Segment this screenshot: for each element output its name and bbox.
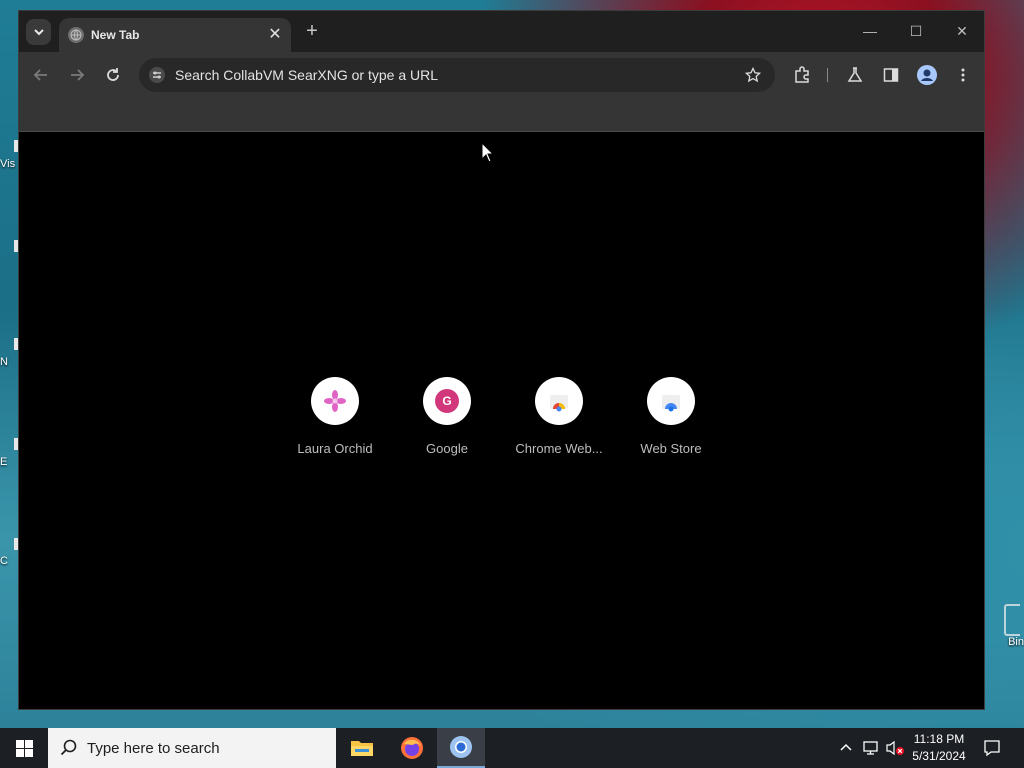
- reload-button[interactable]: [99, 61, 127, 89]
- address-bar[interactable]: [139, 58, 775, 92]
- tab-title: New Tab: [91, 28, 140, 42]
- profile-button[interactable]: [913, 61, 941, 89]
- bookmark-star-icon[interactable]: [739, 61, 767, 89]
- taskbar-search[interactable]: Type here to search: [48, 728, 336, 768]
- desktop-icon-label: N: [0, 356, 8, 368]
- firefox-icon: [401, 737, 423, 759]
- avatar-icon: [917, 65, 937, 85]
- chrome-taskbar-button[interactable]: [437, 728, 485, 768]
- volume-muted-icon: [886, 740, 904, 756]
- flask-icon: [847, 67, 863, 82]
- network-icon: [863, 741, 878, 755]
- taskbar-search-placeholder: Type here to search: [87, 739, 220, 757]
- letter-g-icon: G: [423, 377, 471, 425]
- shortcut-chrome-web-store[interactable]: Chrome Web...: [503, 377, 615, 467]
- arrow-right-icon: [71, 69, 85, 81]
- shortcut-web-store[interactable]: Web Store: [615, 377, 727, 467]
- puzzle-icon: [795, 66, 809, 83]
- site-info-icon[interactable]: [149, 67, 165, 83]
- tab-close-icon[interactable]: ✕: [264, 24, 286, 46]
- extensions-button[interactable]: [788, 61, 816, 89]
- folder-icon: [351, 741, 373, 756]
- file-explorer-button[interactable]: [338, 728, 386, 768]
- address-input[interactable]: [175, 67, 739, 83]
- start-button[interactable]: [0, 728, 48, 768]
- recycle-bin-icon: [1004, 604, 1020, 636]
- taskbar: Type here to search 11:18 PM 5/31/2024: [0, 728, 1024, 768]
- desktop-icon-label: C: [0, 555, 8, 567]
- shortcut-label: Chrome Web...: [515, 441, 603, 456]
- web-store-icon: [647, 377, 695, 425]
- maximize-button[interactable]: ☐: [896, 17, 936, 45]
- network-button[interactable]: [860, 728, 882, 768]
- side-panel-button[interactable]: [877, 61, 905, 89]
- reload-icon: [107, 68, 119, 81]
- shortcut-google[interactable]: G Google: [391, 377, 503, 467]
- shortcuts-grid: Laura Orchid G Google Chrome Web... Web …: [279, 377, 727, 467]
- notification-icon: [984, 740, 1000, 757]
- shortcut-label: Google: [426, 441, 468, 456]
- forward-button[interactable]: [63, 61, 91, 89]
- minimize-button[interactable]: —: [850, 17, 890, 45]
- close-window-button[interactable]: ✕: [942, 17, 982, 45]
- shortcut-label: Web Store: [640, 441, 702, 456]
- clock-date: 5/31/2024: [912, 749, 966, 763]
- volume-button[interactable]: [884, 728, 906, 768]
- search-icon: [60, 739, 77, 756]
- shortcut-laura-orchid[interactable]: Laura Orchid: [279, 377, 391, 467]
- bookmark-bar: [19, 97, 984, 132]
- clock[interactable]: 11:18 PM 5/31/2024: [904, 731, 974, 765]
- clock-time: 11:18 PM: [913, 732, 965, 746]
- show-hidden-icons-button[interactable]: [836, 728, 856, 768]
- new-tab-button[interactable]: +: [300, 20, 324, 44]
- side-panel-icon: [883, 68, 899, 82]
- desktop-icon-label: E: [0, 456, 8, 468]
- desktop-icon-label: Vis: [0, 158, 16, 170]
- firefox-button[interactable]: [388, 728, 436, 768]
- menu-button[interactable]: [949, 61, 977, 89]
- flower-icon: [311, 377, 359, 425]
- back-button[interactable]: [27, 61, 55, 89]
- chevron-down-icon: [33, 29, 44, 36]
- mouse-cursor-icon: [481, 142, 495, 163]
- toolbar-separator: [827, 68, 828, 82]
- tab-strip: New Tab ✕ + — ☐ ✕: [19, 11, 984, 52]
- chrome-web-store-icon: [535, 377, 583, 425]
- chevron-up-icon: [840, 743, 852, 751]
- kebab-menu-icon: [961, 68, 965, 82]
- globe-icon: [68, 27, 84, 43]
- recycle-bin[interactable]: Bin: [984, 604, 1024, 648]
- arrow-left-icon: [33, 69, 47, 81]
- tab-search-button[interactable]: [26, 19, 51, 45]
- browser-window: New Tab ✕ + — ☐ ✕ Search CollabVM SearXN…: [18, 10, 985, 710]
- tab-new-tab[interactable]: New Tab ✕: [59, 18, 291, 52]
- notifications-button[interactable]: [978, 728, 1006, 768]
- shortcut-label: Laura Orchid: [297, 441, 373, 456]
- windows-logo-icon: [15, 739, 33, 757]
- chrome-icon: [450, 736, 472, 758]
- recycle-bin-label: Bin: [1008, 636, 1024, 648]
- new-tab-page: Laura Orchid G Google Chrome Web... Web …: [19, 132, 984, 709]
- labs-button[interactable]: [841, 61, 869, 89]
- toolbar: [19, 52, 984, 97]
